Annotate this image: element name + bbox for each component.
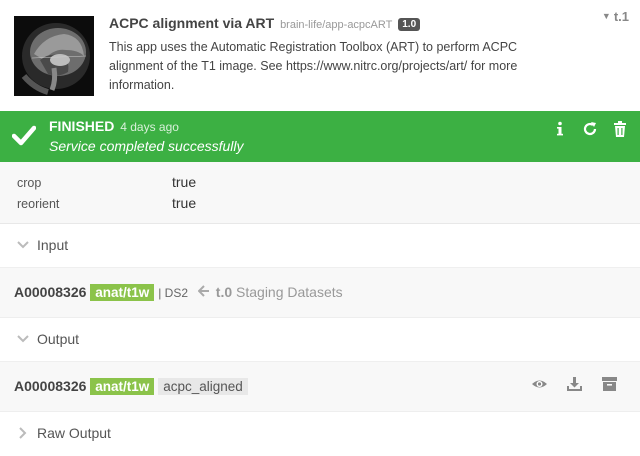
config-row-crop: crop true xyxy=(17,174,196,190)
config-value: true xyxy=(172,174,197,190)
status-state: FINISHED xyxy=(49,118,115,134)
output-actions xyxy=(531,376,618,392)
task-tag: t.1 xyxy=(613,9,629,24)
chevron-down-icon xyxy=(16,332,30,349)
app-description: This app uses the Automatic Registration… xyxy=(109,40,518,92)
output-dataset: A00008326 anat/t1w acpc_aligned xyxy=(14,378,248,395)
datatype-badge: anat/t1w xyxy=(90,378,155,395)
input-label: Input xyxy=(37,237,69,253)
subject-id: A00008326 xyxy=(14,378,87,394)
download-icon[interactable] xyxy=(566,376,583,392)
input-section-toggle[interactable]: Input xyxy=(0,224,640,268)
output-dataset-row: A00008326 anat/t1w acpc_aligned xyxy=(0,362,640,412)
chevron-down-icon xyxy=(16,238,30,255)
status-time: 4 days ago xyxy=(120,120,179,134)
chevron-right-icon xyxy=(16,426,30,443)
datatype-badge: anat/t1w xyxy=(90,284,155,301)
config-panel: crop true reorient true xyxy=(0,162,640,224)
rerun-icon[interactable] xyxy=(582,120,598,138)
config-value: true xyxy=(172,195,197,211)
source-task-tag[interactable]: t.0 xyxy=(216,284,232,300)
config-key: reorient xyxy=(17,197,60,211)
app-title: ACPC alignment via ART brain-life/app-ac… xyxy=(109,15,421,31)
arrow-left-icon xyxy=(197,284,214,300)
version-badge: 1.0 xyxy=(398,18,421,31)
app-repo[interactable]: brain-life/app-acpcART xyxy=(280,19,392,31)
output-label: Output xyxy=(37,331,80,347)
brain-mri-thumbnail xyxy=(14,16,94,96)
subject-id: A00008326 xyxy=(14,284,87,300)
output-section-toggle[interactable]: Output xyxy=(0,318,640,362)
raw-output-section-toggle[interactable]: Raw Output xyxy=(0,412,640,456)
view-icon[interactable] xyxy=(531,376,548,392)
check-icon xyxy=(11,124,37,149)
input-dataset: A00008326 anat/t1w | DS2 t.0 Staging Dat… xyxy=(14,284,343,301)
input-dataset-row: A00008326 anat/t1w | DS2 t.0 Staging Dat… xyxy=(0,268,640,318)
archive-icon[interactable] xyxy=(601,376,618,392)
source-task-name[interactable]: Staging Datasets xyxy=(236,284,343,300)
raw-output-label: Raw Output xyxy=(37,425,111,441)
status-bar: FINISHED 4 days ago Service completed su… xyxy=(0,111,640,162)
datatype-tag: acpc_aligned xyxy=(158,378,248,395)
delete-icon[interactable] xyxy=(612,120,628,138)
dataset-ref: | DS2 xyxy=(158,286,188,300)
status-line: FINISHED 4 days ago xyxy=(49,118,179,134)
status-message: Service completed successfully xyxy=(49,138,244,154)
info-icon[interactable] xyxy=(552,120,568,138)
config-key: crop xyxy=(17,176,42,190)
app-name[interactable]: ACPC alignment via ART xyxy=(109,15,274,31)
config-row-reorient: reorient true xyxy=(17,195,196,211)
task-tag-dropdown[interactable]: ▼ t.1 xyxy=(602,9,629,24)
caret-down-icon: ▼ xyxy=(601,11,611,21)
app-header: ACPC alignment via ART brain-life/app-ac… xyxy=(0,0,640,111)
status-actions xyxy=(552,120,628,138)
